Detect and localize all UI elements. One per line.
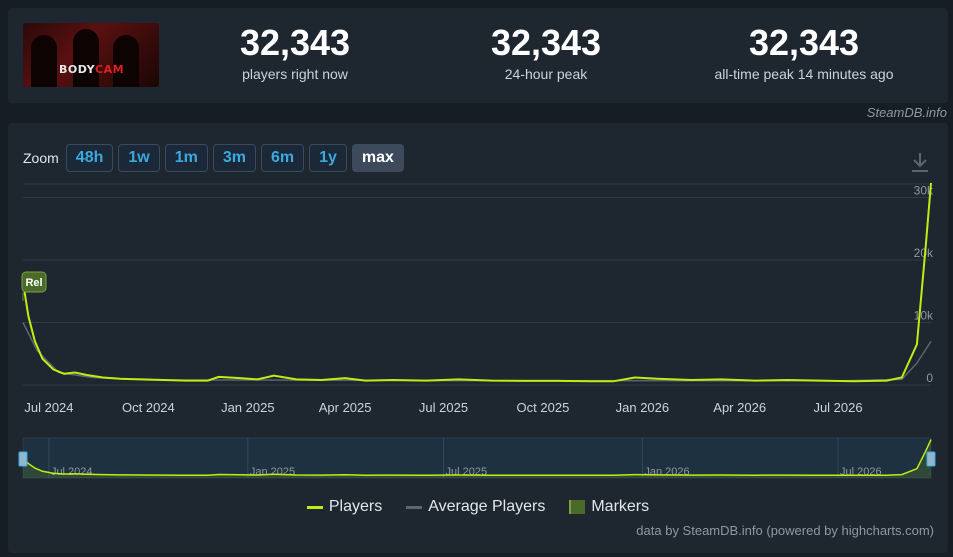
stat-current: 32,343 players right now xyxy=(180,22,410,84)
release-marker-label: Rel xyxy=(25,277,42,289)
x-tick-label: Apr 2025 xyxy=(319,400,372,415)
x-tick-label: Oct 2025 xyxy=(517,400,570,415)
stat-label: all-time peak 14 minutes ago xyxy=(714,66,894,82)
chart-series xyxy=(22,182,932,383)
y-tick-label: 0 xyxy=(926,371,933,385)
x-tick-label: Jul 2025 xyxy=(419,400,468,415)
figure-silhouette xyxy=(73,29,99,87)
stat-value: 32,343 xyxy=(239,22,351,63)
stats-panel: BODYCAM 32,343 players right now 32,343 … xyxy=(8,8,948,103)
marker-flag-icon xyxy=(569,500,586,514)
x-axis-ticks: Jul 2024 Oct 2024 Jan 2025 Apr 2025 Jul 2025… xyxy=(24,400,862,415)
x-tick-label: Jan 2026 xyxy=(616,400,670,415)
x-tick-label: Jul 2026 xyxy=(813,400,862,415)
legend-players[interactable]: Players xyxy=(306,498,383,516)
average-players-line xyxy=(22,322,932,382)
game-thumbnail[interactable]: BODYCAM xyxy=(23,23,159,87)
stat-value: 32,343 xyxy=(748,22,860,63)
stat-24h-peak: 32,343 24-hour peak xyxy=(431,22,661,84)
players-swatch xyxy=(306,505,323,509)
powered-by[interactable]: data by SteamDB.info (powered by highcha… xyxy=(636,523,934,538)
stat-all-time-peak: 32,343 all-time peak 14 minutes ago xyxy=(689,22,919,84)
x-tick-label: Apr 2026 xyxy=(713,400,766,415)
y-axis-ticks: 010k20k30k xyxy=(914,184,934,386)
stat-label: 24-hour peak xyxy=(504,66,588,82)
stat-value: 32,343 xyxy=(490,22,602,63)
player-chart[interactable]: 010k20k30k Jul 2024 Oct 2024 Jan 2025 Apr 2… xyxy=(8,123,948,493)
navigator: Jul 2024 Jan 2025 Jul 2025 Jan 2026 Jul 2026 xyxy=(18,437,936,479)
legend-players-label: Players xyxy=(328,498,383,515)
steamdb-credit[interactable]: SteamDB.info xyxy=(867,105,947,120)
game-logo: BODYCAM xyxy=(59,63,125,76)
stat-label: players right now xyxy=(242,66,348,82)
average-swatch xyxy=(406,505,423,509)
figure-silhouette xyxy=(113,35,139,87)
navigator-left-handle xyxy=(18,451,28,467)
chart-panel: Zoom 48h 1w 1m 3m 6m 1y max 0 10k 20k 30k Jul 202… xyxy=(8,123,948,553)
x-tick-label: Jul 2024 xyxy=(24,400,73,415)
legend-markers[interactable]: Markers xyxy=(569,498,649,516)
players-line xyxy=(22,182,932,383)
x-tick-label: Oct 2024 xyxy=(122,400,175,415)
chart-legend: Players Average Players Markers xyxy=(8,498,948,516)
legend-average-label: Average Players xyxy=(428,498,546,515)
legend-average-players[interactable]: Average Players xyxy=(406,498,545,516)
figure-silhouette xyxy=(31,35,57,87)
x-tick-label: Jan 2025 xyxy=(221,400,275,415)
chart-grid xyxy=(23,183,931,386)
navigator-right-handle xyxy=(926,451,936,467)
y-tick-label: 10k xyxy=(914,309,934,323)
legend-markers-label: Markers xyxy=(591,498,650,515)
